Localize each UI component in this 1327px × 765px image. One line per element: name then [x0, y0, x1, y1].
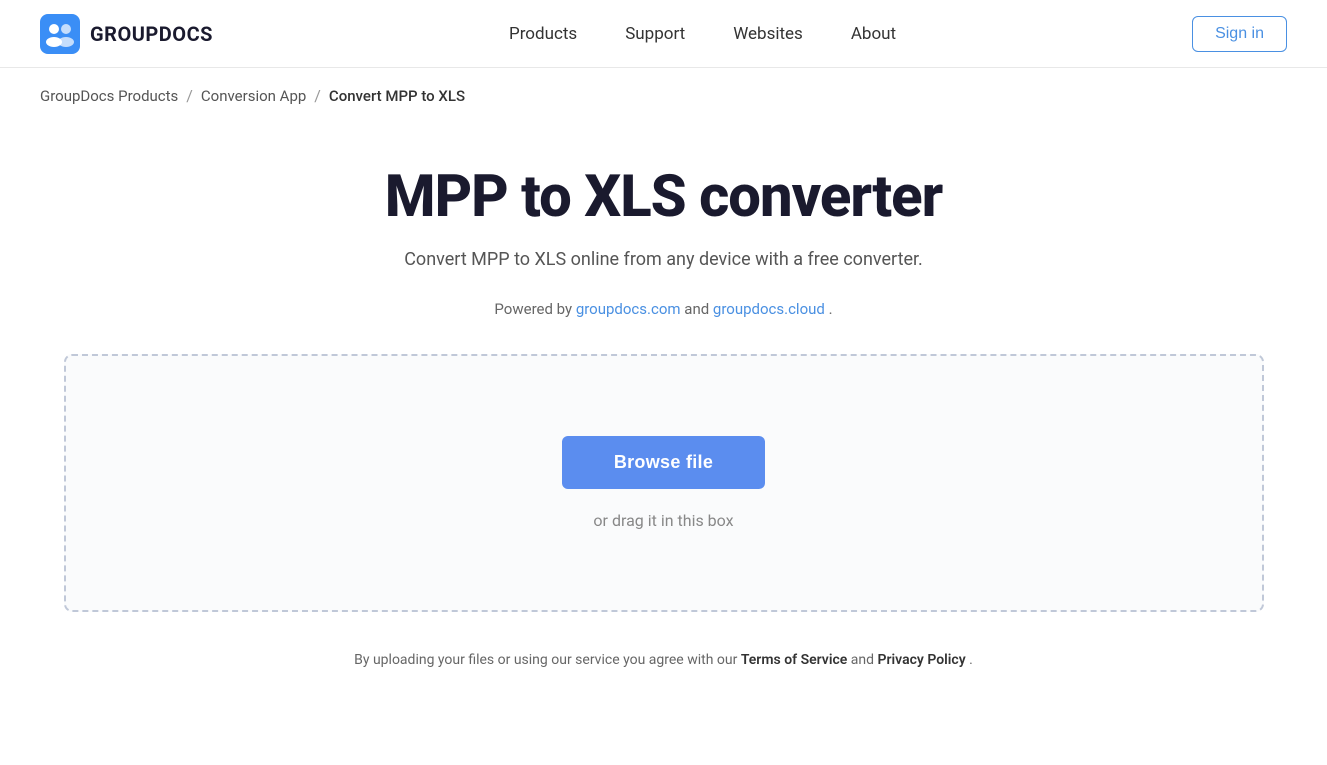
breadcrumb: GroupDocs Products / Conversion App / Co… [0, 68, 1327, 123]
drop-zone[interactable]: Browse file or drag it in this box [64, 354, 1264, 612]
powered-by-and: and [684, 300, 713, 318]
nav-support[interactable]: Support [625, 16, 685, 52]
logo[interactable]: GROUPDOCS [40, 14, 213, 54]
logo-icon [40, 14, 80, 54]
powered-by-end: . [829, 300, 833, 318]
breadcrumb-conversion-app[interactable]: Conversion App [201, 87, 306, 105]
page-subtitle: Convert MPP to XLS online from any devic… [404, 249, 923, 270]
breadcrumb-groupdocs-products[interactable]: GroupDocs Products [40, 87, 178, 105]
privacy-policy-link[interactable]: Privacy Policy [878, 652, 966, 668]
powered-by: Powered by groupdocs.com and groupdocs.c… [494, 300, 832, 318]
main-nav: Products Support Websites About [509, 16, 896, 52]
footer-suffix: . [969, 652, 973, 668]
powered-by-text: Powered by [494, 300, 575, 318]
footer-prefix: By uploading your files or using our ser… [354, 652, 741, 668]
breadcrumb-current: Convert MPP to XLS [329, 87, 465, 105]
powered-by-link1[interactable]: groupdocs.com [576, 300, 681, 318]
drag-hint: or drag it in this box [593, 511, 733, 530]
nav-websites[interactable]: Websites [733, 16, 803, 52]
powered-by-link2[interactable]: groupdocs.cloud [713, 300, 825, 318]
page-title: MPP to XLS converter [385, 163, 942, 231]
sign-in-button[interactable]: Sign in [1192, 16, 1287, 52]
footer-note: By uploading your files or using our ser… [354, 652, 973, 668]
footer-and: and [851, 652, 878, 668]
terms-of-service-link[interactable]: Terms of Service [741, 652, 847, 668]
nav-products[interactable]: Products [509, 16, 577, 52]
browse-file-button[interactable]: Browse file [562, 436, 765, 489]
logo-text: GROUPDOCS [90, 22, 213, 46]
breadcrumb-separator-1: / [186, 86, 193, 105]
nav-about[interactable]: About [851, 16, 896, 52]
breadcrumb-separator-2: / [314, 86, 321, 105]
